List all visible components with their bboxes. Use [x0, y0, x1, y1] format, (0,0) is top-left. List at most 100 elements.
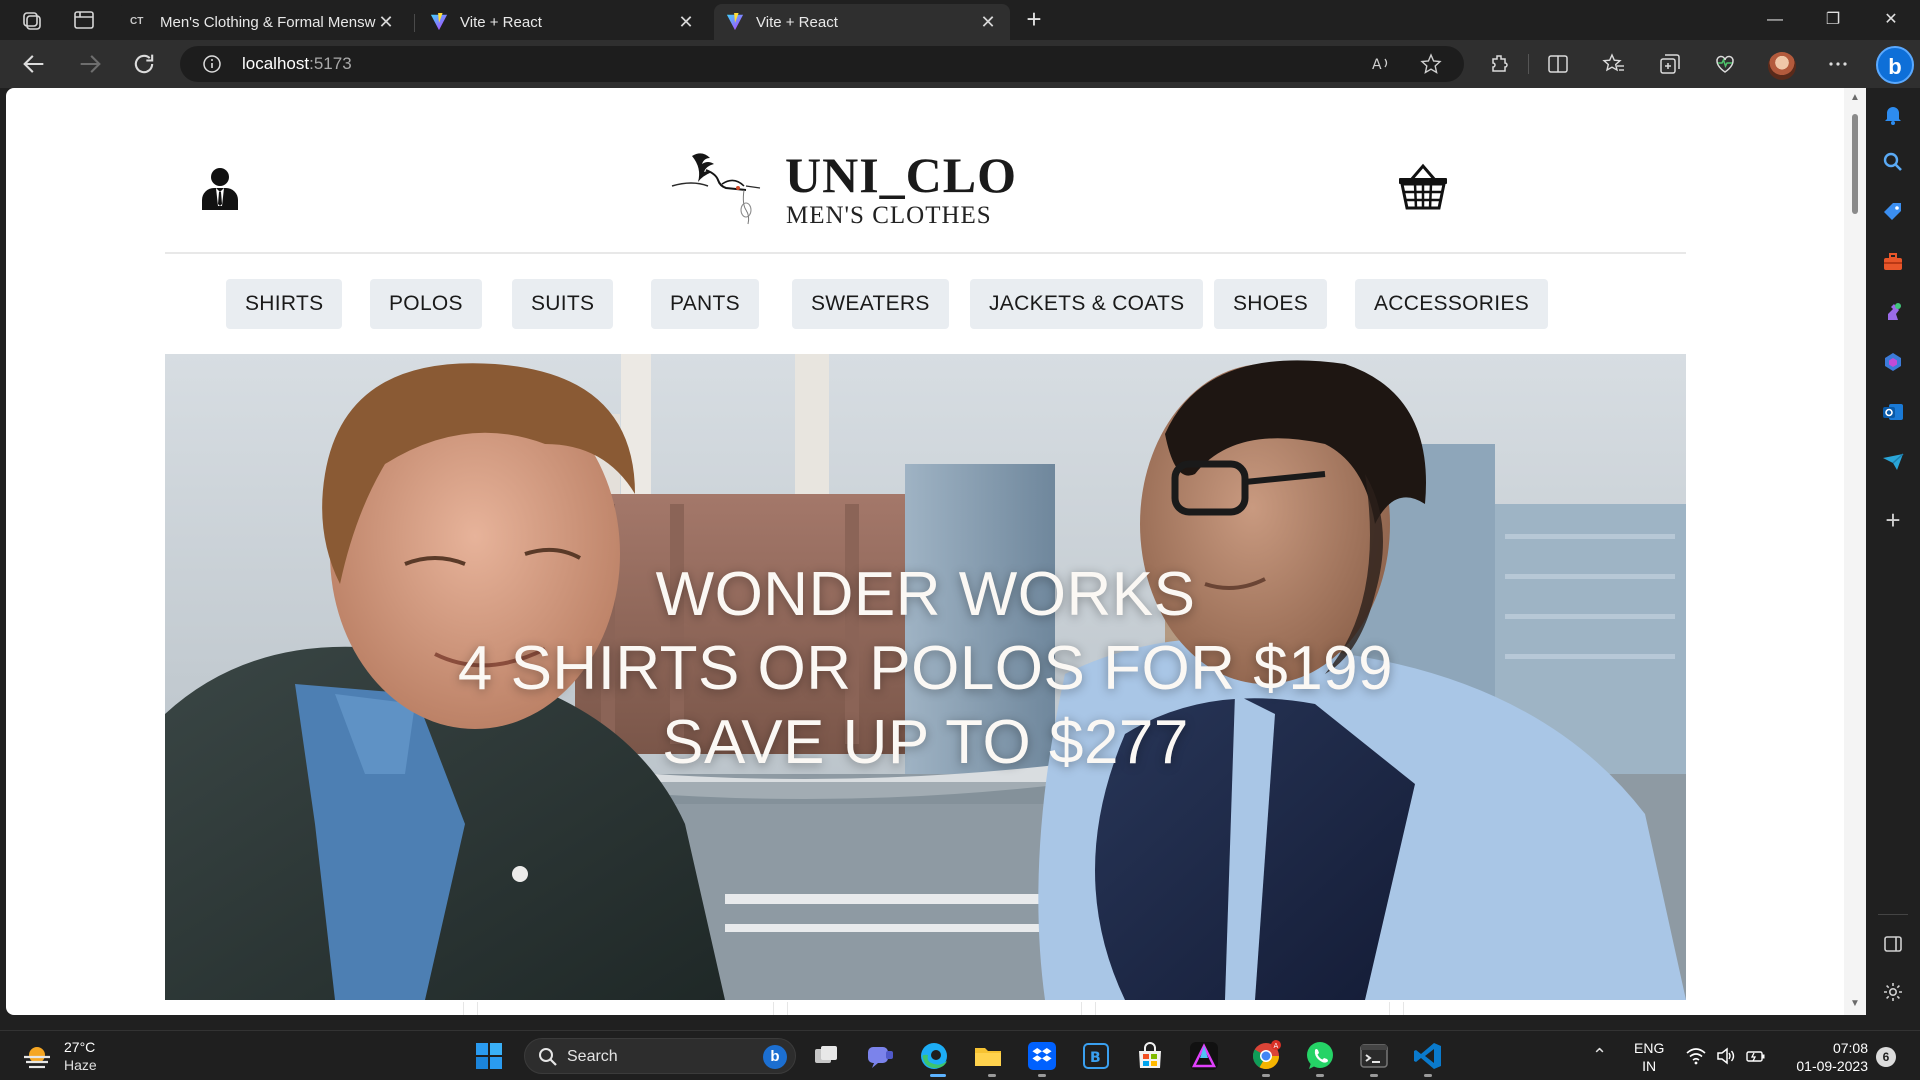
- toolbar-divider: [1528, 54, 1529, 74]
- favorites-icon[interactable]: [1602, 52, 1626, 76]
- minimize-button[interactable]: —: [1752, 6, 1798, 34]
- extensions-icon[interactable]: [1488, 52, 1512, 76]
- show-hidden-icons-chevron-icon[interactable]: ⌃: [1592, 1045, 1607, 1066]
- search-placeholder: Search: [567, 1048, 618, 1065]
- close-tab-icon[interactable]: ✕: [376, 12, 396, 33]
- page-scrollbar[interactable]: ▲ ▼: [1844, 88, 1866, 1015]
- close-window-button[interactable]: ✕: [1868, 6, 1914, 34]
- weather-haze-icon[interactable]: [22, 1043, 52, 1069]
- edge-sidebar: +: [1866, 88, 1920, 1018]
- forward-icon[interactable]: [76, 50, 104, 78]
- notification-bell-icon[interactable]: [1881, 102, 1905, 126]
- browser-essentials-icon[interactable]: [1713, 52, 1737, 76]
- grid-divider: [1095, 1002, 1096, 1015]
- bing-copilot-button[interactable]: b: [1876, 46, 1914, 84]
- back-icon[interactable]: [20, 50, 48, 78]
- weather-description[interactable]: Haze: [64, 1057, 97, 1073]
- dropbox-icon[interactable]: [1026, 1040, 1058, 1072]
- microsoft-365-icon[interactable]: [1881, 350, 1905, 374]
- collections-icon[interactable]: [1658, 52, 1682, 76]
- category-pants[interactable]: PANTS: [651, 279, 759, 329]
- whatsapp-icon[interactable]: [1304, 1040, 1336, 1072]
- svg-text:A: A: [1274, 1042, 1279, 1050]
- restore-button[interactable]: ❐: [1810, 6, 1856, 34]
- chrome-icon[interactable]: A: [1250, 1040, 1282, 1072]
- grid-divider: [1081, 1002, 1082, 1015]
- refresh-icon[interactable]: [130, 50, 158, 78]
- teams-chat-icon[interactable]: [864, 1040, 896, 1072]
- tab-separator: [414, 14, 415, 32]
- taskbar-search[interactable]: Search b: [524, 1038, 796, 1074]
- shopping-tag-icon[interactable]: [1881, 200, 1905, 224]
- games-chess-icon[interactable]: [1881, 300, 1905, 324]
- favorite-star-icon[interactable]: [1420, 53, 1442, 75]
- read-aloud-icon[interactable]: A: [1370, 53, 1392, 75]
- security-app-icon[interactable]: B: [1080, 1040, 1112, 1072]
- scroll-down-arrow[interactable]: ▼: [1849, 998, 1861, 1009]
- wifi-icon[interactable]: [1686, 1047, 1706, 1065]
- page-viewport: UNI_CLO MEN'S CLOTHES SHIRTS POLOS SUITS…: [6, 88, 1844, 1015]
- grid-divider: [463, 1002, 464, 1015]
- category-accessories[interactable]: ACCESSORIES: [1355, 279, 1549, 329]
- address-bar[interactable]: localhost:5173 A: [180, 46, 1464, 82]
- volume-icon[interactable]: [1716, 1047, 1736, 1065]
- hero-banner[interactable]: WONDER WORKS 4 SHIRTS OR POLOS FOR $199 …: [165, 354, 1686, 1000]
- shopping-basket-icon[interactable]: [1397, 162, 1449, 212]
- split-screen-icon[interactable]: [1546, 52, 1570, 76]
- notification-count-badge[interactable]: 6: [1876, 1047, 1896, 1067]
- svg-text:B: B: [1090, 1050, 1101, 1066]
- clock[interactable]: 07:08 01-09-2023: [1778, 1039, 1868, 1075]
- hide-sidebar-icon[interactable]: [1881, 932, 1905, 956]
- tools-briefcase-icon[interactable]: [1881, 250, 1905, 274]
- drop-send-icon[interactable]: [1881, 450, 1905, 474]
- search-icon[interactable]: [1881, 150, 1905, 174]
- category-jackets-coats[interactable]: JACKETS & COATS: [970, 279, 1204, 329]
- running-indicator: [1038, 1074, 1046, 1077]
- running-indicator: [988, 1074, 996, 1077]
- tab-vite-react-2[interactable]: Vite + React ✕: [714, 4, 1010, 40]
- tab-actions-icon[interactable]: [72, 8, 96, 32]
- category-shoes[interactable]: SHOES: [1214, 279, 1328, 329]
- running-indicator: [1424, 1074, 1432, 1077]
- battery-charging-icon[interactable]: [1746, 1047, 1766, 1065]
- category-suits[interactable]: SUITS: [512, 279, 614, 329]
- bing-icon: b: [763, 1045, 787, 1069]
- task-view-icon[interactable]: [810, 1040, 842, 1072]
- grid-divider: [1403, 1002, 1404, 1015]
- weather-temperature[interactable]: 27°C: [64, 1039, 95, 1055]
- scroll-up-arrow[interactable]: ▲: [1849, 92, 1861, 103]
- tab-vite-react-1[interactable]: Vite + React ✕: [418, 4, 708, 40]
- edge-browser-icon[interactable]: [918, 1040, 950, 1072]
- tab-title: Vite + React: [756, 13, 838, 31]
- user-account-icon[interactable]: [200, 166, 240, 212]
- input-language[interactable]: ENG IN: [1634, 1039, 1664, 1075]
- site-logo[interactable]: UNI_CLO MEN'S CLOTHES: [670, 147, 1030, 236]
- add-sidebar-app-icon[interactable]: +: [1881, 507, 1905, 533]
- microsoft-store-icon[interactable]: [1134, 1040, 1166, 1072]
- logo-title: UNI_CLO: [785, 147, 1018, 203]
- workspaces-icon[interactable]: [20, 8, 44, 32]
- sidebar-settings-gear-icon[interactable]: [1881, 980, 1905, 1004]
- terminal-icon[interactable]: [1358, 1040, 1390, 1072]
- file-explorer-icon[interactable]: [972, 1040, 1004, 1072]
- site-info-icon[interactable]: [202, 54, 222, 74]
- affinity-app-icon[interactable]: [1188, 1040, 1220, 1072]
- windows-start-icon[interactable]: [473, 1040, 505, 1072]
- windows-taskbar: 27°C Haze Search b B A ⌃ ENG IN 07:08 01-0…: [0, 1030, 1920, 1080]
- category-shirts[interactable]: SHIRTS: [226, 279, 343, 329]
- outlook-icon[interactable]: [1881, 400, 1905, 424]
- profile-avatar[interactable]: [1768, 52, 1796, 80]
- category-polos[interactable]: POLOS: [370, 279, 482, 329]
- tab-mens-clothing[interactable]: CT Men's Clothing & Formal Mensw ✕: [118, 4, 408, 40]
- browser-toolbar: localhost:5173 A b: [0, 40, 1920, 88]
- category-sweaters[interactable]: SWEATERS: [792, 279, 949, 329]
- scroll-thumb[interactable]: [1852, 114, 1858, 214]
- close-tab-icon[interactable]: ✕: [978, 12, 998, 33]
- vscode-icon[interactable]: [1412, 1040, 1444, 1072]
- settings-more-icon[interactable]: [1826, 52, 1850, 76]
- close-tab-icon[interactable]: ✕: [676, 12, 696, 33]
- hero-line-1: WONDER WORKS: [655, 560, 1196, 629]
- stork-logo-icon: [671, 153, 761, 225]
- new-tab-button[interactable]: +: [1020, 6, 1048, 34]
- url-text: localhost:5173: [242, 54, 352, 73]
